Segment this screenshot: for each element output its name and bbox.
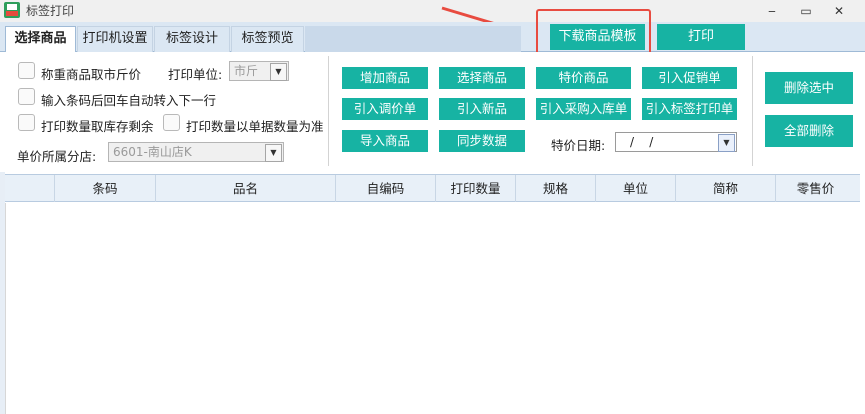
import-price-adjust-button[interactable]: 引入调价单: [342, 98, 428, 120]
chevron-down-icon[interactable]: ▼: [270, 63, 287, 81]
print-button[interactable]: 打印: [657, 24, 745, 50]
import-new-button[interactable]: 引入新品: [439, 98, 525, 120]
tab-select-goods[interactable]: 选择商品: [5, 26, 76, 53]
tab-label-design[interactable]: 标签设计: [154, 26, 230, 52]
column-header-name[interactable]: 品名: [155, 175, 335, 202]
panel-divider-right: [752, 56, 753, 166]
special-date-field[interactable]: / / ▼: [615, 132, 737, 152]
minimize-icon[interactable]: ‒: [762, 2, 782, 20]
special-date-label: 特价日期:: [551, 138, 606, 153]
app-icon: [4, 2, 20, 18]
column-header-unit[interactable]: 单位: [595, 175, 675, 202]
special-goods-button[interactable]: 特价商品: [536, 67, 631, 89]
branch-label: 单价所属分店:: [17, 149, 97, 164]
qty-doc-checkbox[interactable]: [163, 114, 180, 131]
sync-data-button[interactable]: 同步数据: [439, 130, 525, 152]
column-header-short-name[interactable]: 简称: [675, 175, 775, 202]
import-goods-button[interactable]: 导入商品: [342, 130, 428, 152]
import-purchase-button[interactable]: 引入采购入库单: [536, 98, 631, 120]
window-title: 标签打印: [26, 4, 75, 18]
column-header-price[interactable]: 零售价: [775, 175, 855, 202]
qty-stock-checkbox[interactable]: [18, 114, 35, 131]
weigh-jin-checkbox[interactable]: [18, 62, 35, 79]
maximize-icon[interactable]: ▭: [796, 2, 816, 20]
auto-next-row-label: 输入条码后回车自动转入下一行: [41, 93, 217, 108]
delete-all-button[interactable]: 全部删除: [765, 115, 853, 147]
branch-value: 6601-南山店K: [113, 145, 192, 159]
column-header-selector[interactable]: [5, 175, 54, 202]
tab-bar-spacer: [305, 26, 521, 52]
table-body[interactable]: [5, 203, 860, 414]
print-unit-label: 打印单位:: [168, 67, 223, 82]
select-goods-button[interactable]: 选择商品: [439, 67, 525, 89]
special-date-value: / /: [630, 135, 654, 149]
close-icon[interactable]: ✕: [829, 2, 849, 20]
tab-printer-settings[interactable]: 打印机设置: [77, 26, 153, 52]
weigh-jin-label: 称重商品取市斤价: [41, 67, 142, 82]
calendar-dropdown-icon[interactable]: ▼: [718, 134, 735, 152]
branch-select[interactable]: 6601-南山店K ▼: [108, 142, 284, 162]
column-header-spec[interactable]: 规格: [515, 175, 595, 202]
column-header-qty[interactable]: 打印数量: [435, 175, 515, 202]
auto-next-row-checkbox[interactable]: [18, 88, 35, 105]
qty-doc-label: 打印数量以单据数量为准: [186, 119, 324, 134]
print-unit-value: 市斤: [234, 64, 259, 78]
column-header-barcode[interactable]: 条码: [54, 175, 155, 202]
add-goods-button[interactable]: 增加商品: [342, 67, 428, 89]
import-promo-button[interactable]: 引入促销单: [642, 67, 737, 89]
panel-divider: [328, 56, 329, 166]
qty-stock-label: 打印数量取库存剩余: [41, 119, 154, 134]
print-unit-select[interactable]: 市斤 ▼: [229, 61, 289, 81]
chevron-down-icon[interactable]: ▼: [265, 144, 282, 162]
tab-label-preview[interactable]: 标签预览: [231, 26, 304, 52]
delete-selected-button[interactable]: 删除选中: [765, 72, 853, 104]
column-header-code[interactable]: 自编码: [335, 175, 435, 202]
import-label-print-button[interactable]: 引入标签打印单: [642, 98, 737, 120]
